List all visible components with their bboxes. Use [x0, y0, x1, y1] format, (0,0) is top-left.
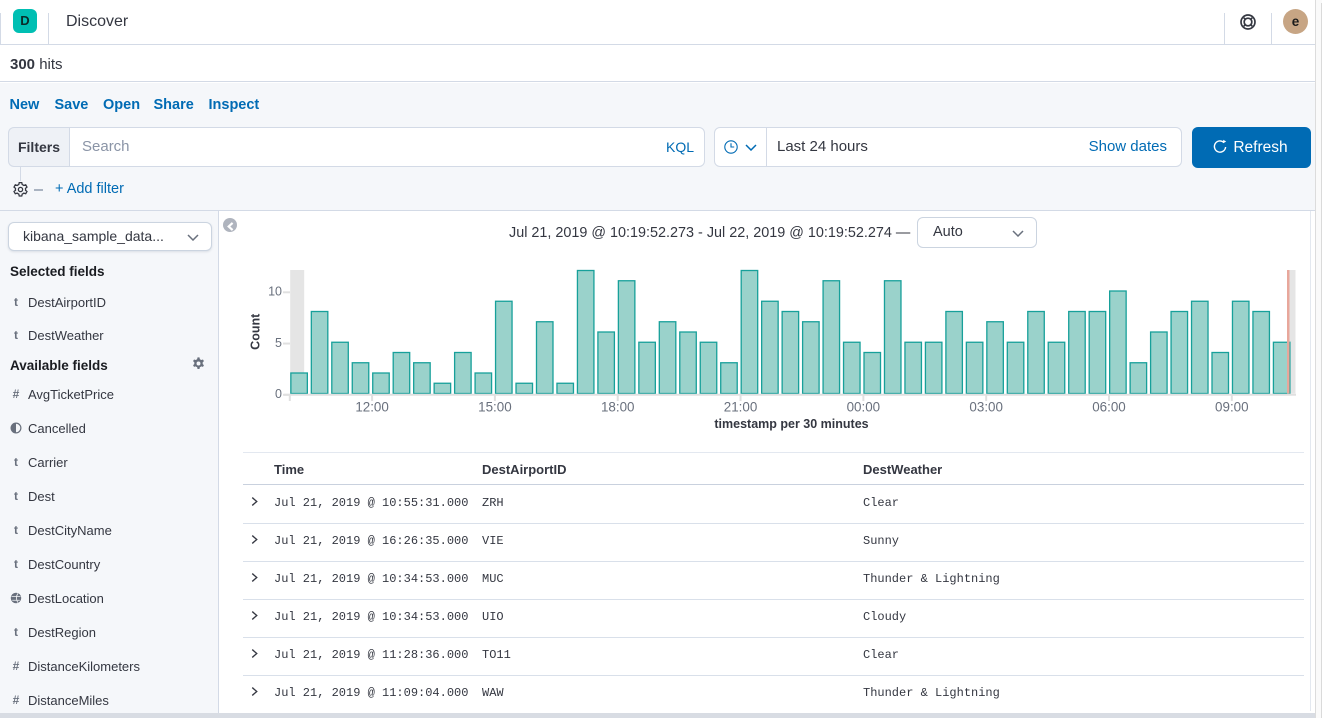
- svg-text:12:00: 12:00: [355, 400, 389, 415]
- svg-text:0: 0: [275, 387, 282, 401]
- svg-text:timestamp per 30 minutes: timestamp per 30 minutes: [714, 417, 868, 431]
- svg-text:10: 10: [268, 285, 282, 299]
- svg-text:21:00: 21:00: [724, 400, 758, 415]
- svg-text:09:00: 09:00: [1215, 400, 1249, 415]
- svg-text:18:00: 18:00: [601, 400, 635, 415]
- svg-text:5: 5: [275, 336, 282, 350]
- svg-text:Count: Count: [249, 313, 263, 350]
- svg-text:03:00: 03:00: [969, 400, 1003, 415]
- svg-text:06:00: 06:00: [1092, 400, 1126, 415]
- svg-text:00:00: 00:00: [847, 400, 881, 415]
- svg-text:15:00: 15:00: [478, 400, 512, 415]
